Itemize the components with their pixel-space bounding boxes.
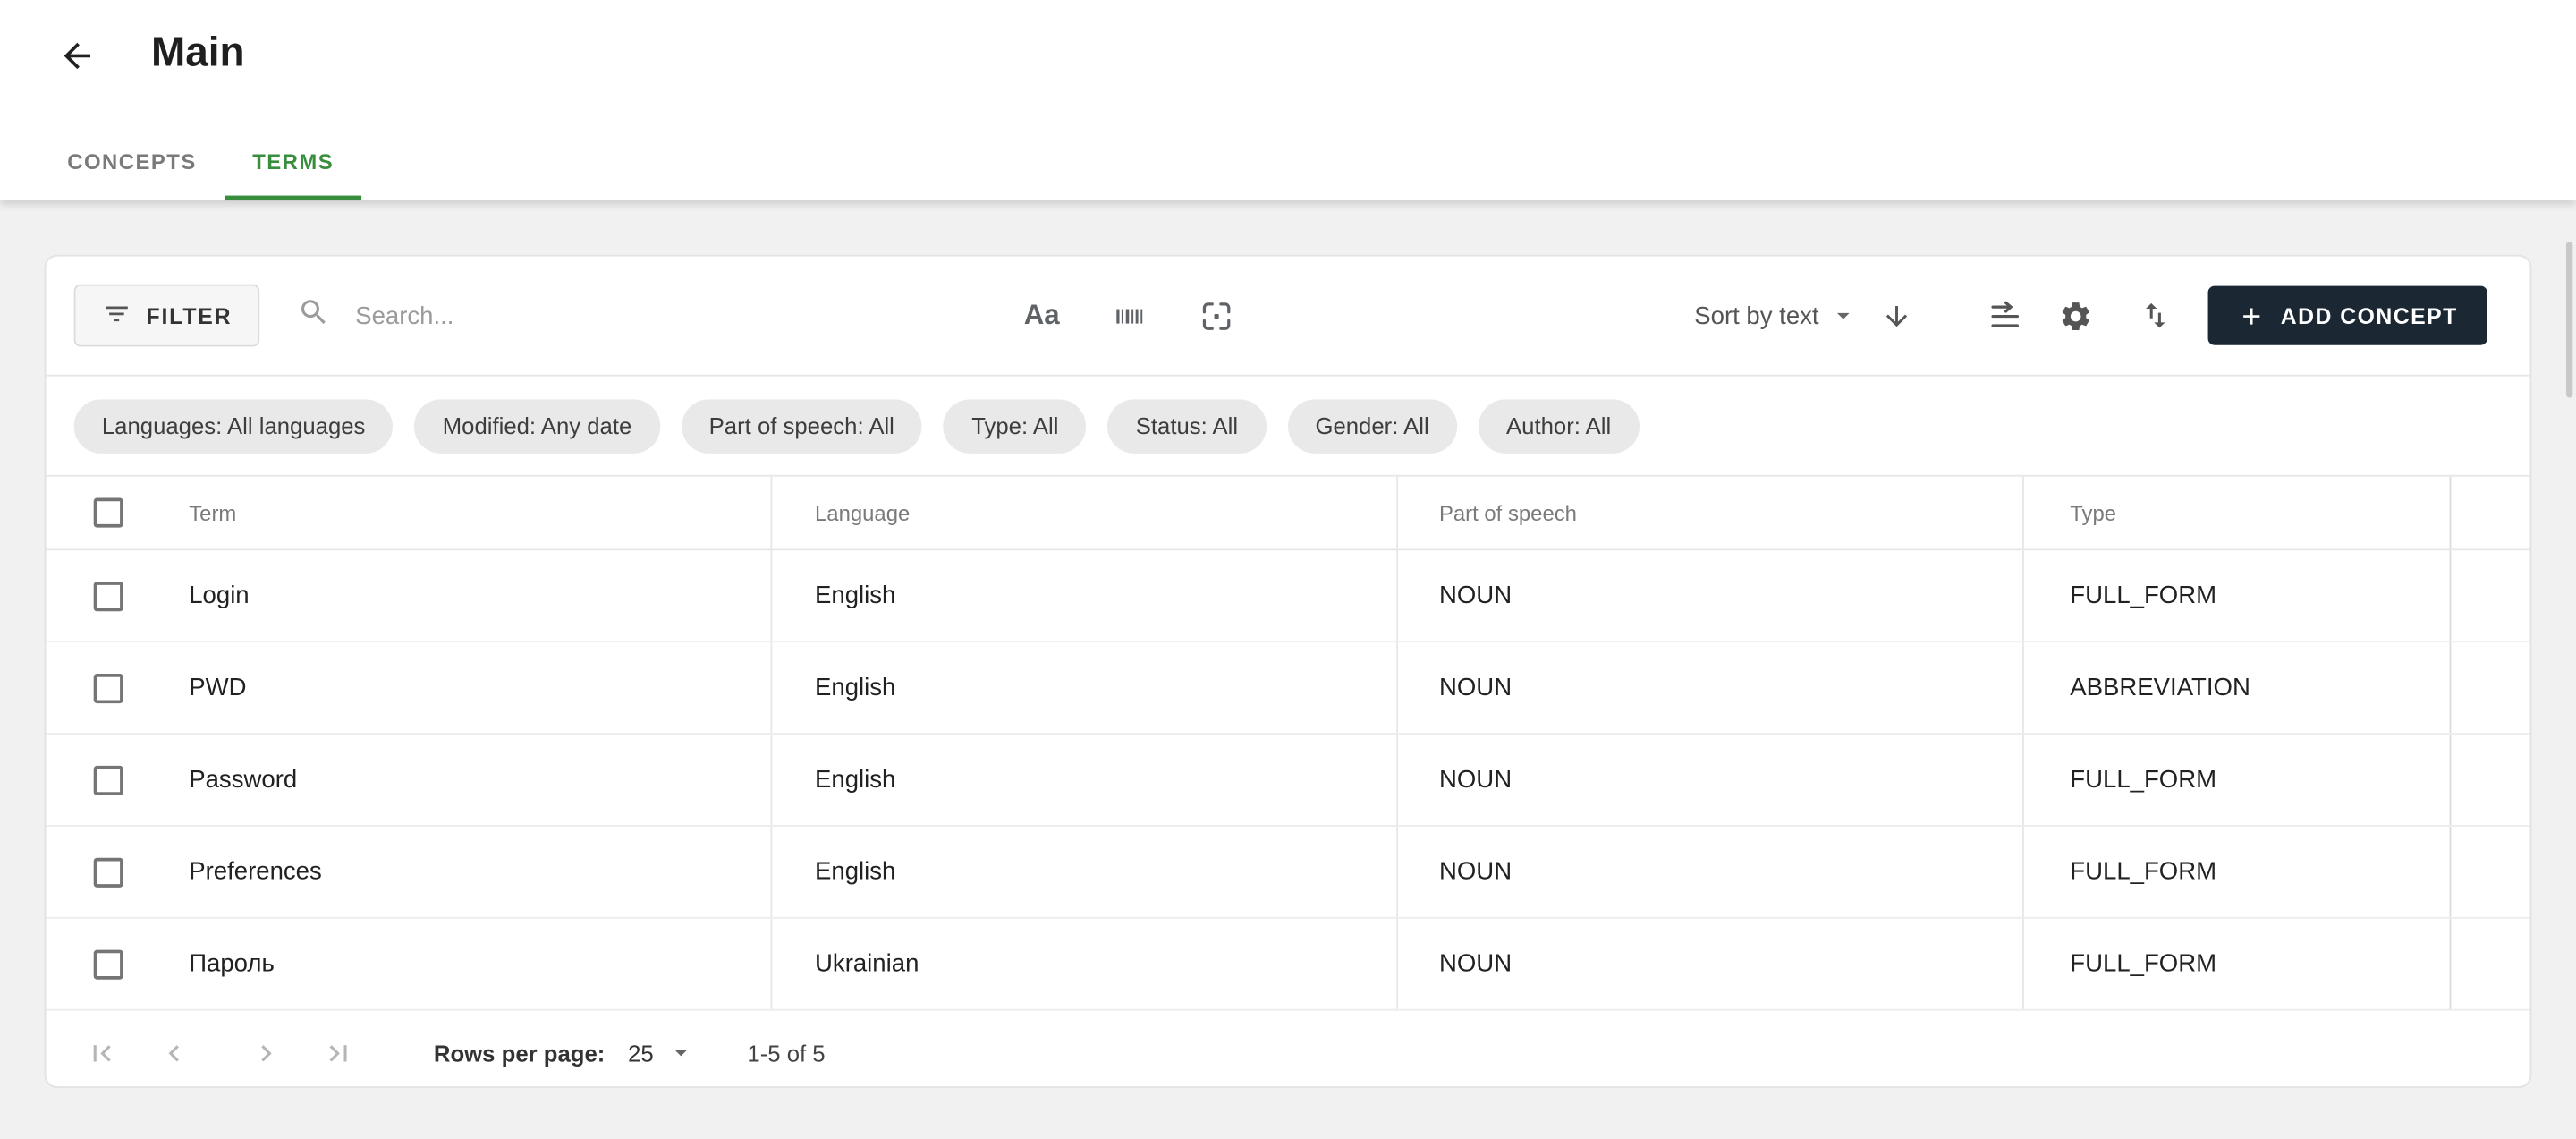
overflow-cell xyxy=(2450,735,2530,825)
tab-bar: CONCEPTS TERMS xyxy=(39,128,361,200)
table-row[interactable]: PWD English NOUN ABBREVIATION xyxy=(46,642,2529,735)
overflow-cell xyxy=(2450,550,2530,641)
overflow-cell xyxy=(2450,642,2530,733)
gear-icon[interactable] xyxy=(2059,298,2094,333)
toolbar-right-group: Sort by text xyxy=(1694,286,2487,345)
column-header-term: Term xyxy=(189,500,236,525)
language-cell: Ukrainian xyxy=(770,919,1396,1009)
term-cell: Пароль xyxy=(189,950,275,978)
chip-part-of-speech[interactable]: Part of speech: All xyxy=(681,398,922,453)
chip-author[interactable]: Author: All xyxy=(1479,398,1640,453)
search-box xyxy=(298,295,852,336)
row-checkbox[interactable] xyxy=(94,673,123,702)
add-concept-button[interactable]: ADD CONCEPT xyxy=(2208,286,2487,345)
rows-per-page-select[interactable]: 25 xyxy=(628,1039,695,1067)
column-header-part-of-speech: Part of speech xyxy=(1396,477,2022,549)
filter-button[interactable]: FILTER xyxy=(74,285,260,347)
type-cell: FULL_FORM xyxy=(2022,919,2450,1009)
row-checkbox[interactable] xyxy=(94,949,123,979)
part-of-speech-cell: NOUN xyxy=(1396,827,2022,917)
type-cell: FULL_FORM xyxy=(2022,827,2450,917)
last-page-button[interactable] xyxy=(322,1036,355,1069)
terminology-page: Main CONCEPTS TERMS FILTER Aa xyxy=(0,0,2576,1139)
first-page-button[interactable] xyxy=(86,1036,119,1069)
page-title: Main xyxy=(151,30,245,77)
table-row[interactable]: Preferences English NOUN FULL_FORM xyxy=(46,827,2529,919)
row-checkbox[interactable] xyxy=(94,581,123,610)
arrow-down-icon xyxy=(1881,300,1912,331)
part-of-speech-cell: NOUN xyxy=(1396,735,2022,825)
tab-concepts[interactable]: CONCEPTS xyxy=(39,128,225,200)
select-all-checkbox[interactable] xyxy=(94,498,123,528)
type-cell: FULL_FORM xyxy=(2022,550,2450,641)
table-row[interactable]: Пароль Ukrainian NOUN FULL_FORM xyxy=(46,919,2529,1011)
sort-by-select[interactable]: Sort by text xyxy=(1694,301,1858,330)
term-cell: PWD xyxy=(189,674,246,701)
table-footer: Rows per page: 25 1-5 of 5 xyxy=(46,1011,2529,1088)
next-page-button[interactable] xyxy=(250,1036,283,1069)
search-option-toggles: Aa xyxy=(1024,298,1234,333)
first-page-icon xyxy=(86,1034,119,1070)
terms-card: FILTER Aa Sort by text xyxy=(45,255,2532,1088)
sort-by-label: Sort by text xyxy=(1694,302,1818,329)
focus-frame-icon[interactable] xyxy=(1199,298,1234,333)
page-header: Main CONCEPTS TERMS xyxy=(0,0,2576,200)
row-checkbox[interactable] xyxy=(94,765,123,795)
wrap-text-icon[interactable] xyxy=(1988,298,2023,333)
back-button[interactable] xyxy=(55,38,98,81)
table-header: Term Language Part of speech Type xyxy=(46,477,2529,551)
type-cell: ABBREVIATION xyxy=(2022,642,2450,733)
column-header-language: Language xyxy=(770,477,1396,549)
scrollbar-thumb[interactable] xyxy=(2566,242,2572,397)
overflow-cell xyxy=(2450,919,2530,1009)
back-arrow-icon xyxy=(57,35,97,82)
type-cell: FULL_FORM xyxy=(2022,735,2450,825)
part-of-speech-cell: NOUN xyxy=(1396,919,2022,1009)
language-cell: English xyxy=(770,735,1396,825)
column-header-overflow xyxy=(2450,477,2530,549)
tab-terms[interactable]: TERMS xyxy=(225,128,361,200)
caret-down-icon xyxy=(666,1039,694,1067)
language-cell: English xyxy=(770,550,1396,641)
language-cell: English xyxy=(770,827,1396,917)
rows-per-page-label: Rows per page: xyxy=(434,1040,605,1066)
filter-button-label: FILTER xyxy=(146,303,232,328)
term-cell: Login xyxy=(189,582,249,609)
search-input[interactable] xyxy=(352,300,852,331)
chip-gender[interactable]: Gender: All xyxy=(1287,398,1457,453)
chip-languages[interactable]: Languages: All languages xyxy=(74,398,394,453)
overflow-cell xyxy=(2450,827,2530,917)
part-of-speech-cell: NOUN xyxy=(1396,642,2022,733)
pagination-range-label: 1-5 of 5 xyxy=(747,1040,825,1066)
rows-per-page-value: 25 xyxy=(628,1040,654,1066)
term-cell: Password xyxy=(189,766,297,794)
chip-modified[interactable]: Modified: Any date xyxy=(415,398,660,453)
next-page-icon xyxy=(250,1034,283,1070)
plus-icon xyxy=(2238,302,2266,329)
filter-icon xyxy=(102,298,131,333)
part-of-speech-cell: NOUN xyxy=(1396,550,2022,641)
chip-type[interactable]: Type: All xyxy=(944,398,1087,453)
search-icon xyxy=(298,295,331,336)
sort-direction-button[interactable] xyxy=(1881,300,1912,331)
term-cell: Preferences xyxy=(189,858,322,886)
swap-vertical-icon[interactable] xyxy=(2140,299,2173,332)
chip-status[interactable]: Status: All xyxy=(1108,398,1267,453)
filter-chip-row: Languages: All languages Modified: Any d… xyxy=(46,377,2529,477)
add-concept-label: ADD CONCEPT xyxy=(2281,303,2458,328)
column-header-type: Type xyxy=(2022,477,2450,549)
barcode-icon[interactable] xyxy=(1112,298,1147,333)
caret-down-icon xyxy=(1829,301,1859,330)
prev-page-icon xyxy=(157,1034,191,1070)
case-sensitive-icon[interactable]: Aa xyxy=(1024,299,1060,332)
table-row[interactable]: Password English NOUN FULL_FORM xyxy=(46,735,2529,827)
last-page-icon xyxy=(322,1034,355,1070)
table-row[interactable]: Login English NOUN FULL_FORM xyxy=(46,550,2529,642)
terms-toolbar: FILTER Aa Sort by text xyxy=(46,257,2529,377)
language-cell: English xyxy=(770,642,1396,733)
prev-page-button[interactable] xyxy=(157,1036,191,1069)
row-checkbox[interactable] xyxy=(94,857,123,887)
